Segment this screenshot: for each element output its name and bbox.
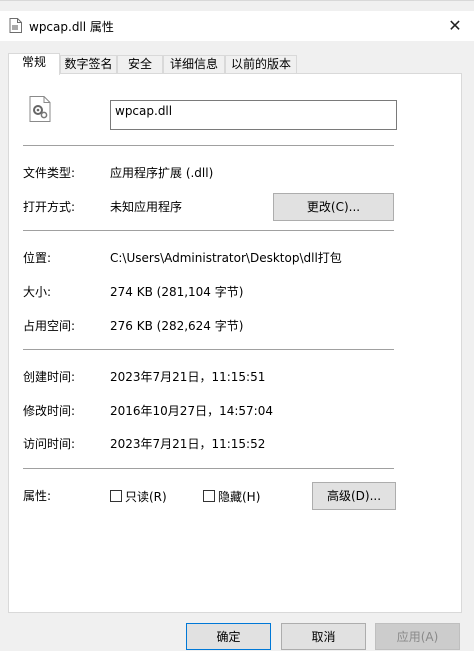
- size-value: 274 KB (281,104 字节): [110, 285, 244, 299]
- accessed-label: 访问时间:: [23, 437, 76, 451]
- advanced-button[interactable]: 高级(D)...: [312, 482, 396, 510]
- general-panel: wpcap.dll 文件类型: 应用程序扩展 (.dll) 打开方式: 未知应用…: [8, 73, 462, 613]
- modified-value: 2016年10月27日，14:57:04: [110, 404, 273, 418]
- file-type-value: 应用程序扩展 (.dll): [110, 166, 214, 180]
- location-label: 位置:: [23, 251, 52, 265]
- separator: [23, 230, 394, 231]
- apply-button[interactable]: 应用(A): [375, 623, 460, 650]
- opens-with-value: 未知应用程序: [110, 200, 183, 214]
- size-on-disk-label: 占用空间:: [23, 319, 76, 333]
- tab-general[interactable]: 常规: [8, 53, 60, 75]
- attributes-label: 属性:: [23, 489, 52, 503]
- close-icon[interactable]: ✕: [440, 13, 470, 39]
- size-on-disk-value: 276 KB (282,624 字节): [110, 319, 244, 333]
- created-value: 2023年7月21日，11:15:51: [110, 370, 266, 384]
- tab-bar: 常规 数字签名 安全 详细信息 以前的版本: [8, 53, 466, 75]
- cancel-button[interactable]: 取消: [281, 623, 366, 650]
- location-value: C:\Users\Administrator\Desktop\dll打包: [110, 251, 342, 265]
- change-button[interactable]: 更改(C)...: [273, 193, 394, 221]
- readonly-checkbox[interactable]: [110, 490, 122, 502]
- dll-gear-file-icon: [29, 96, 51, 122]
- tab-previous-versions[interactable]: 以前的版本: [225, 55, 297, 74]
- tab-digital-signatures[interactable]: 数字签名: [60, 55, 117, 74]
- properties-window: wpcap.dll 属性 ✕ 常规 数字签名 安全 详细信息 以前的版本 wpc…: [0, 0, 474, 651]
- created-label: 创建时间:: [23, 370, 76, 384]
- tab-security[interactable]: 安全: [117, 55, 163, 74]
- hidden-checkbox[interactable]: [203, 490, 215, 502]
- separator: [23, 349, 394, 350]
- document-icon: [9, 18, 22, 33]
- file-type-label: 文件类型:: [23, 166, 76, 180]
- modified-label: 修改时间:: [23, 404, 76, 418]
- hidden-label[interactable]: 隐藏(H): [218, 488, 260, 505]
- file-name-input[interactable]: wpcap.dll: [110, 100, 397, 130]
- window-title: wpcap.dll 属性: [29, 20, 114, 34]
- title-bar: wpcap.dll 属性 ✕: [0, 11, 474, 41]
- size-label: 大小:: [23, 285, 52, 299]
- opens-with-label: 打开方式:: [23, 200, 76, 214]
- separator: [23, 145, 394, 146]
- accessed-value: 2023年7月21日，11:15:52: [110, 437, 266, 451]
- tab-details[interactable]: 详细信息: [163, 55, 225, 74]
- separator: [23, 468, 394, 469]
- readonly-label[interactable]: 只读(R): [125, 488, 167, 505]
- ok-button[interactable]: 确定: [186, 623, 271, 650]
